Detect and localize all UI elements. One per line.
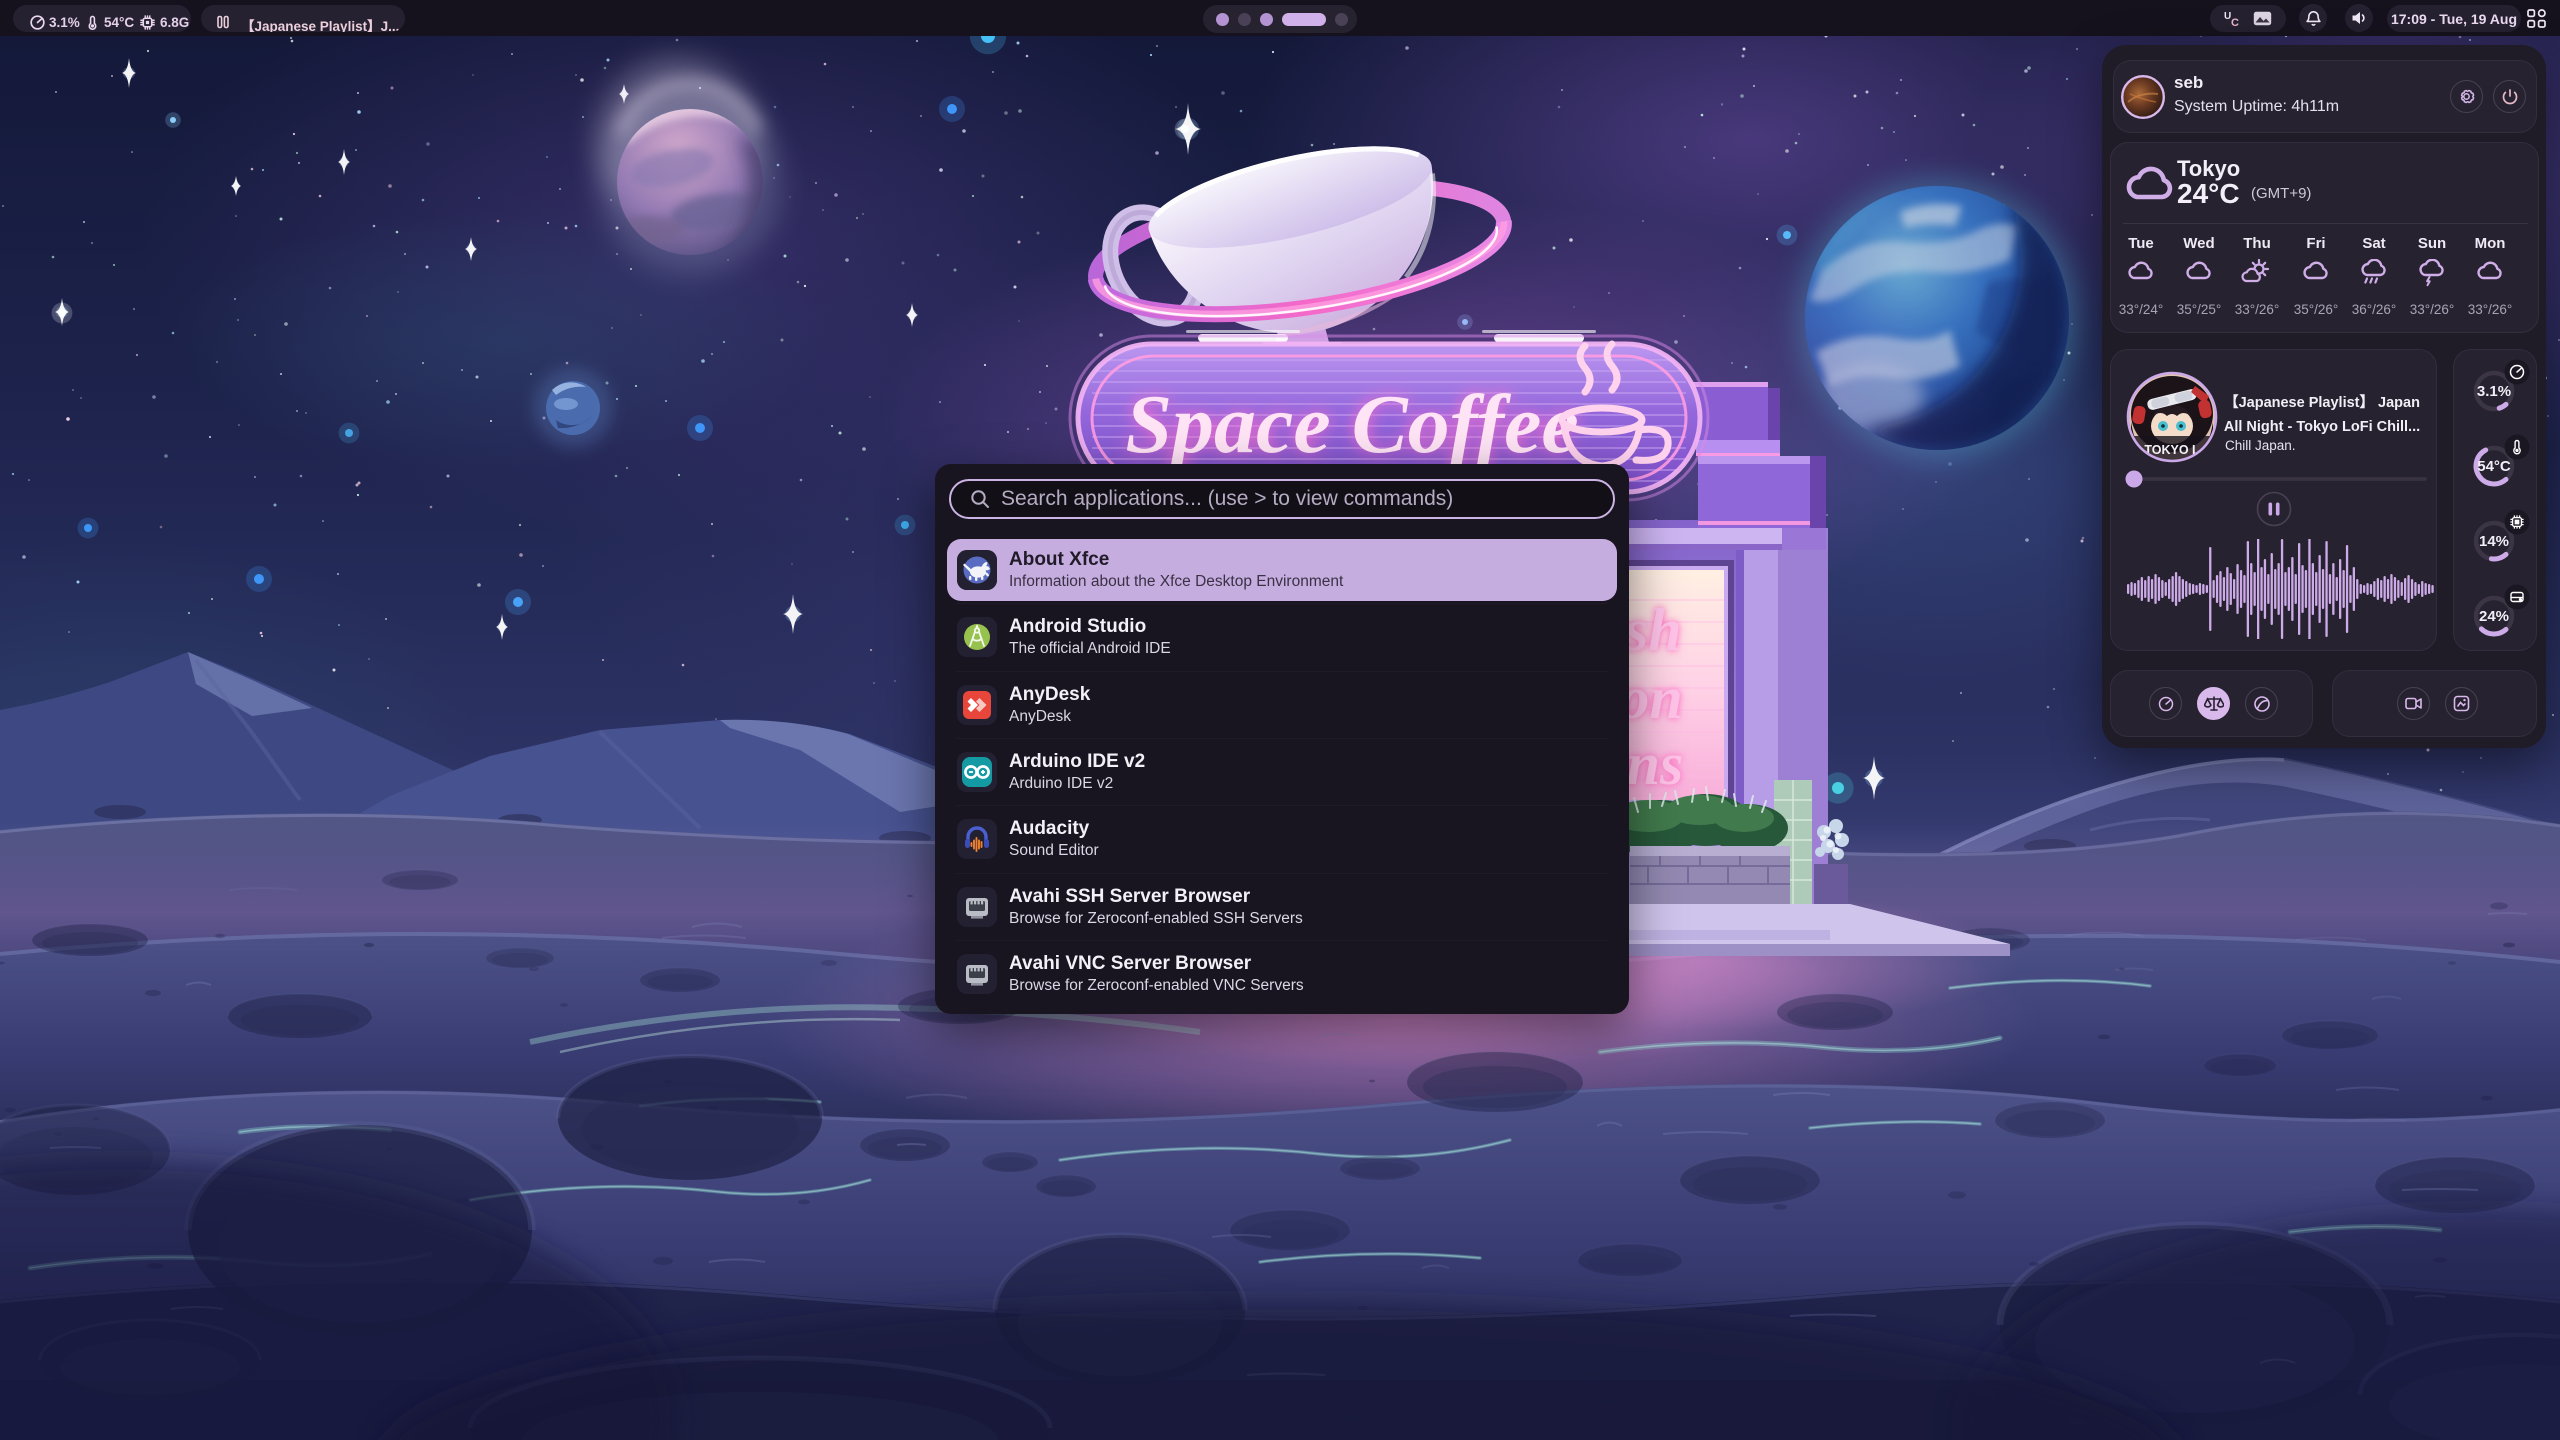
svg-text:TOKYO L: TOKYO L [2144, 443, 2200, 457]
svg-text:24%: 24% [2479, 608, 2509, 625]
svg-text:3.1%: 3.1% [2477, 383, 2511, 400]
svg-text:14%: 14% [2479, 533, 2509, 550]
svg-text:Space Coffee: Space Coffee [1125, 378, 1578, 471]
svg-text:54°C: 54°C [2477, 458, 2511, 475]
svg-text:C: C [2231, 17, 2239, 27]
